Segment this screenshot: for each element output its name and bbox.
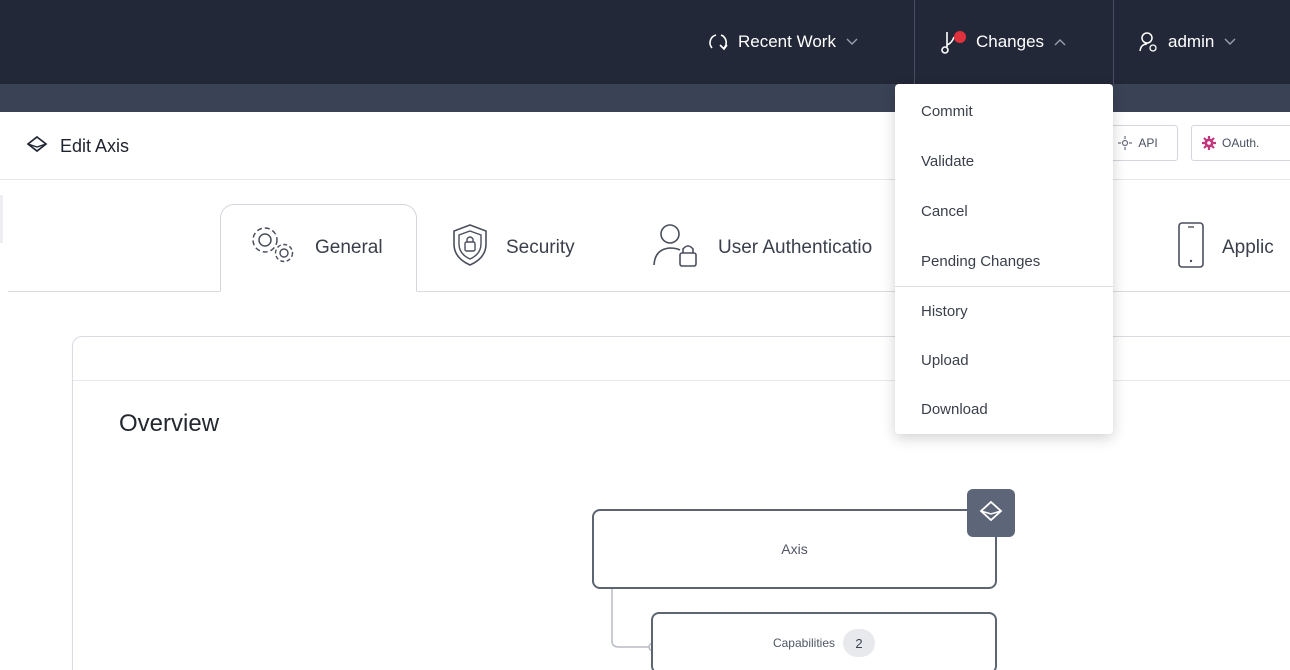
user-icon — [1138, 31, 1160, 53]
changes-branch-icon — [940, 29, 968, 55]
top-navigation-bar: Recent Work Changes admin — [0, 0, 1290, 84]
oauth-button-label: OAuth. — [1222, 136, 1260, 150]
changes-menu[interactable]: Changes — [940, 0, 1066, 84]
chevron-down-icon — [846, 38, 858, 46]
tab-user-authentication-label: User Authenticatio — [718, 237, 873, 258]
topbar-divider — [1113, 0, 1114, 84]
user-lock-icon — [650, 221, 702, 275]
tab-general-label: General — [315, 237, 383, 258]
chevron-up-icon — [1054, 38, 1066, 46]
menu-item-download[interactable]: Download — [895, 385, 1113, 434]
menu-item-history[interactable]: History — [895, 287, 1113, 336]
tab-applications-label: Applic — [1222, 237, 1274, 258]
api-button-label: API — [1138, 136, 1158, 150]
menu-item-pending-changes[interactable]: Pending Changes — [895, 236, 1113, 286]
tab-security-label: Security — [506, 237, 575, 258]
menu-item-upload[interactable]: Upload — [895, 336, 1113, 385]
recent-work-icon — [708, 32, 730, 52]
mobile-phone-icon — [1176, 221, 1206, 275]
chevron-down-icon — [1224, 38, 1236, 46]
page-title-text: Edit Axis — [60, 136, 130, 156]
user-name: admin — [1168, 32, 1215, 51]
recent-work-label: Recent Work — [738, 32, 836, 51]
axis-node-badge — [967, 489, 1015, 537]
recent-work-menu[interactable]: Recent Work — [708, 0, 858, 84]
capabilities-node-label: Capabilities — [772, 636, 836, 650]
capabilities-node[interactable]: Capabilities 2 — [651, 612, 997, 670]
gears-icon — [247, 223, 299, 273]
tab-applications[interactable]: Applic — [1176, 204, 1274, 292]
oauth-button[interactable]: OAuth. — [1191, 125, 1290, 161]
axis-layers-icon — [26, 134, 48, 159]
axis-node-label: Axis — [781, 541, 808, 557]
changes-label: Changes — [976, 32, 1045, 51]
sidebar-edge — [0, 195, 3, 243]
page-title: Edit Axis — [26, 134, 129, 159]
diagram-connector — [611, 589, 657, 651]
topbar-divider — [914, 0, 915, 84]
axis-node[interactable]: Axis — [592, 509, 997, 589]
changes-dropdown-menu: Commit Validate Cancel Pending Changes Hist… — [895, 84, 1113, 434]
menu-item-validate[interactable]: Validate — [895, 136, 1113, 186]
menu-item-commit[interactable]: Commit — [895, 86, 1113, 136]
tab-user-authentication[interactable]: User Authenticatio — [650, 204, 872, 292]
api-icon — [1118, 136, 1133, 150]
shield-icon — [450, 222, 490, 274]
section-title: Overview — [119, 410, 220, 437]
oauth-gear-icon — [1202, 136, 1216, 150]
capabilities-count-badge: 2 — [843, 629, 876, 657]
axis-layers-icon — [978, 499, 1004, 528]
tab-security[interactable]: Security — [450, 204, 575, 292]
user-menu[interactable]: admin — [1138, 0, 1236, 84]
tab-general[interactable]: General — [220, 204, 417, 292]
menu-item-cancel[interactable]: Cancel — [895, 186, 1113, 236]
